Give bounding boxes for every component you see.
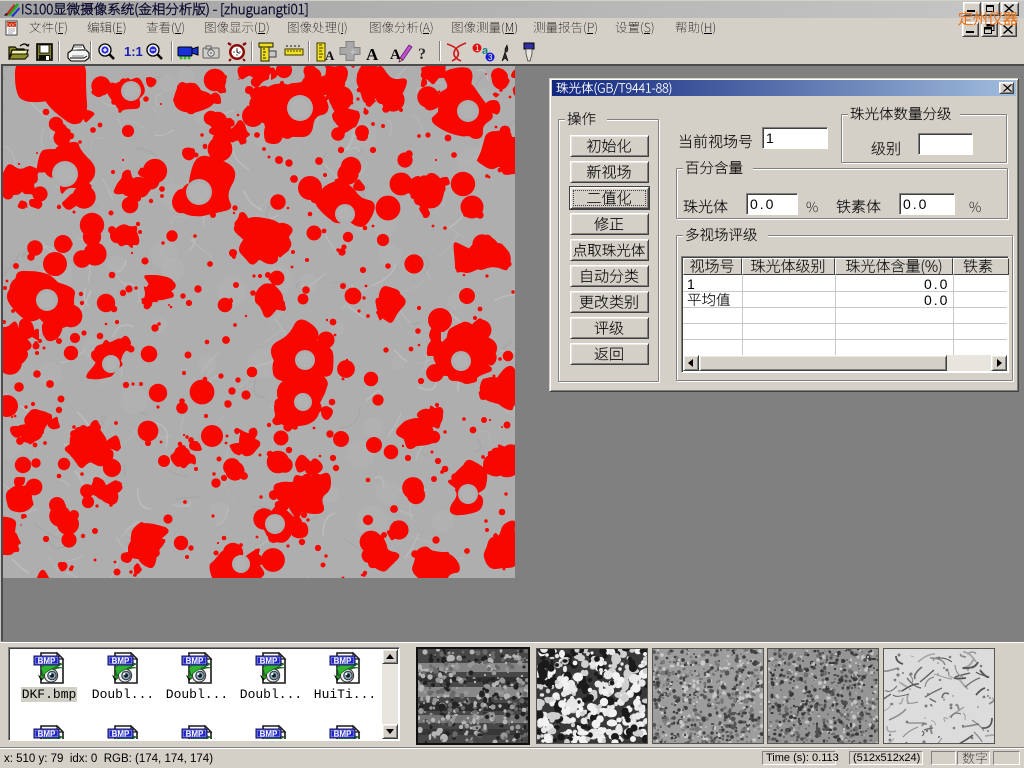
svg-text:A: A [366, 45, 379, 64]
svg-text:BMP: BMP [334, 657, 352, 666]
svg-text:1:1: 1:1 [124, 44, 143, 59]
svg-text:?: ? [418, 46, 426, 63]
svg-text:BMP: BMP [334, 730, 352, 739]
svg-text:1: 1 [475, 44, 480, 53]
svg-text:BMP: BMP [260, 657, 278, 666]
svg-text:BMP: BMP [260, 730, 278, 739]
svg-text:BMP: BMP [186, 657, 204, 666]
svg-text:A: A [325, 48, 335, 63]
svg-text:BMP: BMP [38, 730, 56, 739]
svg-text:BMP: BMP [38, 657, 56, 666]
svg-text:3: 3 [488, 53, 493, 62]
svg-text:BMP: BMP [112, 657, 130, 666]
svg-text:DOC: DOC [7, 23, 18, 28]
svg-text:BMP: BMP [186, 730, 204, 739]
svg-text:BMP: BMP [112, 730, 130, 739]
